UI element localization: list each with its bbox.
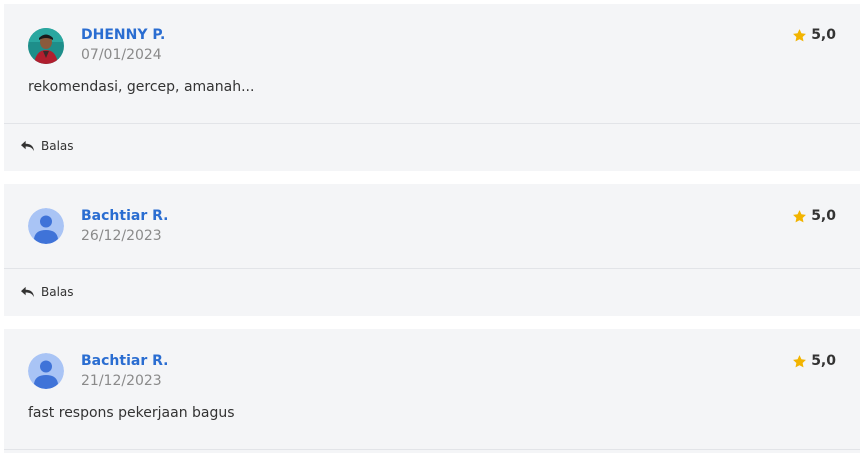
- review-date: 07/01/2024: [81, 47, 162, 63]
- star-icon: [793, 209, 807, 222]
- review-date: 26/12/2023: [81, 228, 162, 244]
- reply-label: Balas: [41, 285, 74, 299]
- review-rating: 5,0: [792, 27, 836, 43]
- review-comment: fast respons pekerjaan bagus: [28, 405, 235, 421]
- user-icon: [28, 208, 64, 244]
- reply-button[interactable]: Balas: [20, 285, 74, 299]
- reviewer-avatar: [28, 28, 64, 64]
- reply-arrow-icon: [21, 286, 34, 297]
- reply-arrow-icon: [21, 140, 34, 151]
- reviewer-name[interactable]: DHENNY P.: [81, 27, 165, 43]
- star-icon: [793, 354, 807, 367]
- review-comment: rekomendasi, gercep, amanah...: [28, 79, 255, 95]
- divider: [4, 268, 860, 269]
- reply-button[interactable]: Balas: [20, 139, 74, 153]
- divider: [4, 449, 860, 450]
- star-icon: [793, 28, 807, 41]
- rating-value: 5,0: [811, 208, 836, 224]
- reply-label: Balas: [41, 139, 74, 153]
- review-card: Bachtiar R. 21/12/2023 5,0 fast respons …: [4, 329, 860, 453]
- reviewer-avatar: [28, 353, 64, 389]
- rating-value: 5,0: [811, 27, 836, 43]
- reviewer-name[interactable]: Bachtiar R.: [81, 208, 168, 224]
- reviewer-avatar: [28, 208, 64, 244]
- review-rating: 5,0: [792, 353, 836, 369]
- review-date: 21/12/2023: [81, 373, 162, 389]
- review-card: Bachtiar R. 26/12/2023 5,0 Balas: [4, 184, 860, 316]
- user-icon: [28, 353, 64, 389]
- rating-value: 5,0: [811, 353, 836, 369]
- review-card: DHENNY P. 07/01/2024 5,0 rekomendasi, ge…: [4, 4, 860, 171]
- reviewer-name[interactable]: Bachtiar R.: [81, 353, 168, 369]
- review-rating: 5,0: [792, 208, 836, 224]
- divider: [4, 123, 860, 124]
